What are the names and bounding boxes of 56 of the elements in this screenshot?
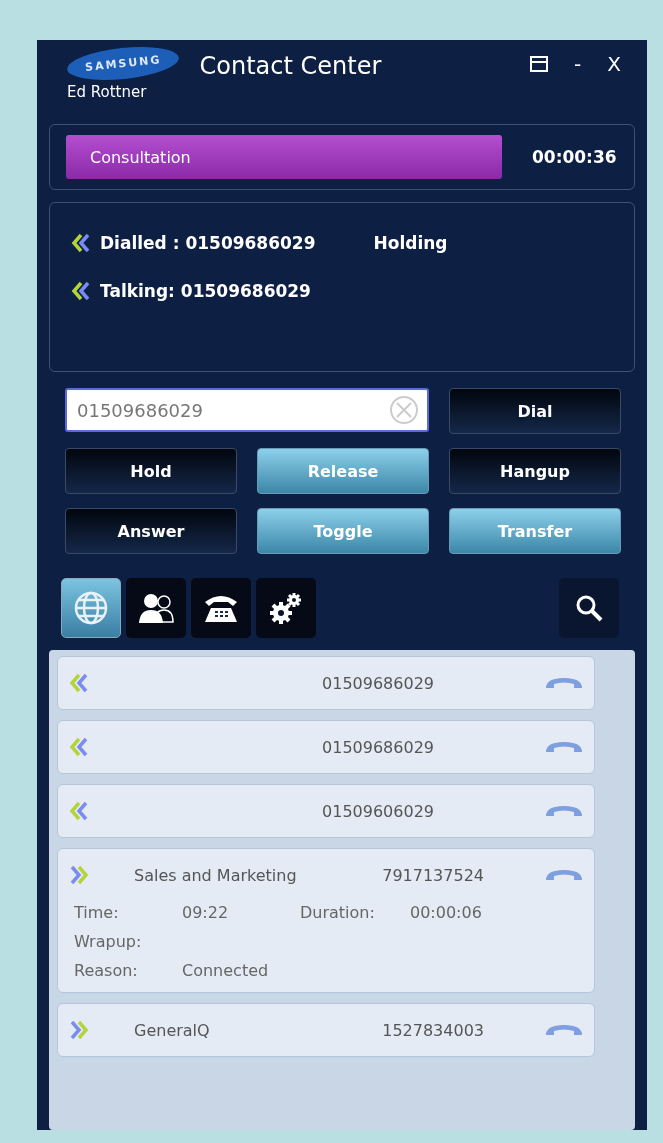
outgoing-chevron-icon — [68, 865, 90, 885]
incoming-chevron-icon — [68, 801, 90, 821]
restore-icon[interactable] — [530, 56, 549, 72]
close-button[interactable]: X — [607, 52, 621, 76]
handset-icon[interactable] — [544, 676, 584, 690]
search-button[interactable] — [559, 578, 619, 638]
phone-number: 7917137524 — [382, 865, 484, 885]
detail-value: Connected — [182, 961, 270, 980]
search-icon — [574, 593, 604, 623]
action-button[interactable]: Hangup — [449, 448, 621, 494]
tab[interactable] — [126, 578, 186, 638]
tab[interactable] — [191, 578, 251, 638]
number-field[interactable]: 01509686029 — [65, 388, 429, 432]
contact-name: GeneralQ — [134, 1020, 211, 1040]
history-item[interactable]: 01509606029 — [57, 784, 595, 838]
history-item[interactable]: 01509686029 — [57, 656, 595, 710]
number-field[interactable]: 01509686029 — [75, 389, 389, 431]
contact-name: Sales and Marketing — [134, 865, 298, 885]
phone-number: 01509606029 — [322, 801, 434, 821]
history-item[interactable]: Sales and Marketing 7917137524 Time: 09:22 Duration: 00:00:06 Wrapup: Reason: Connected — [57, 848, 595, 993]
detail-label: Duration: — [300, 903, 376, 922]
handset-icon[interactable] — [544, 804, 584, 818]
incoming-chevron-icon — [70, 233, 92, 253]
call-state: Holding — [373, 233, 448, 253]
incoming-chevron-icon — [70, 281, 92, 301]
history-item[interactable]: GeneralQ 1527834003 — [57, 1003, 595, 1057]
phone-number: 1527834003 — [382, 1020, 484, 1040]
call-label: Talking: 01509686029 — [100, 281, 311, 301]
call-label: Dialled : 01509686029 — [100, 233, 316, 253]
handset-icon[interactable] — [544, 868, 584, 882]
detail-label: Time: — [74, 903, 120, 922]
detail-value: 09:22 — [182, 903, 230, 922]
user-name: Ed Rottner — [67, 83, 148, 101]
detail-label: Reason: — [74, 961, 139, 980]
history-item[interactable]: 01509686029 — [57, 720, 595, 774]
detail-label: Wrapup: — [74, 932, 143, 951]
contacts-icon — [139, 594, 174, 623]
tab[interactable] — [256, 578, 316, 638]
action-button[interactable]: Answer — [65, 508, 237, 554]
incoming-chevron-icon — [68, 673, 90, 693]
phone-number: 01509686029 — [322, 737, 434, 757]
phone-number: 01509686029 — [322, 673, 434, 693]
gears-icon — [270, 593, 301, 624]
action-button[interactable]: Dial — [449, 388, 621, 434]
globe-icon — [74, 591, 108, 625]
outgoing-chevron-icon — [68, 1020, 90, 1040]
detail-value: 00:00:06 — [410, 903, 483, 922]
state-bar: Consultation — [66, 135, 502, 179]
incoming-chevron-icon — [68, 737, 90, 757]
minimize-button[interactable]: - — [574, 52, 582, 76]
handset-icon[interactable] — [544, 740, 584, 754]
telephone-icon — [205, 596, 237, 622]
handset-icon[interactable] — [544, 1023, 584, 1037]
action-button[interactable]: Hold — [65, 448, 237, 494]
window-title: Contact Center — [199, 52, 383, 80]
call-timer: 00:00:36 — [532, 147, 618, 167]
